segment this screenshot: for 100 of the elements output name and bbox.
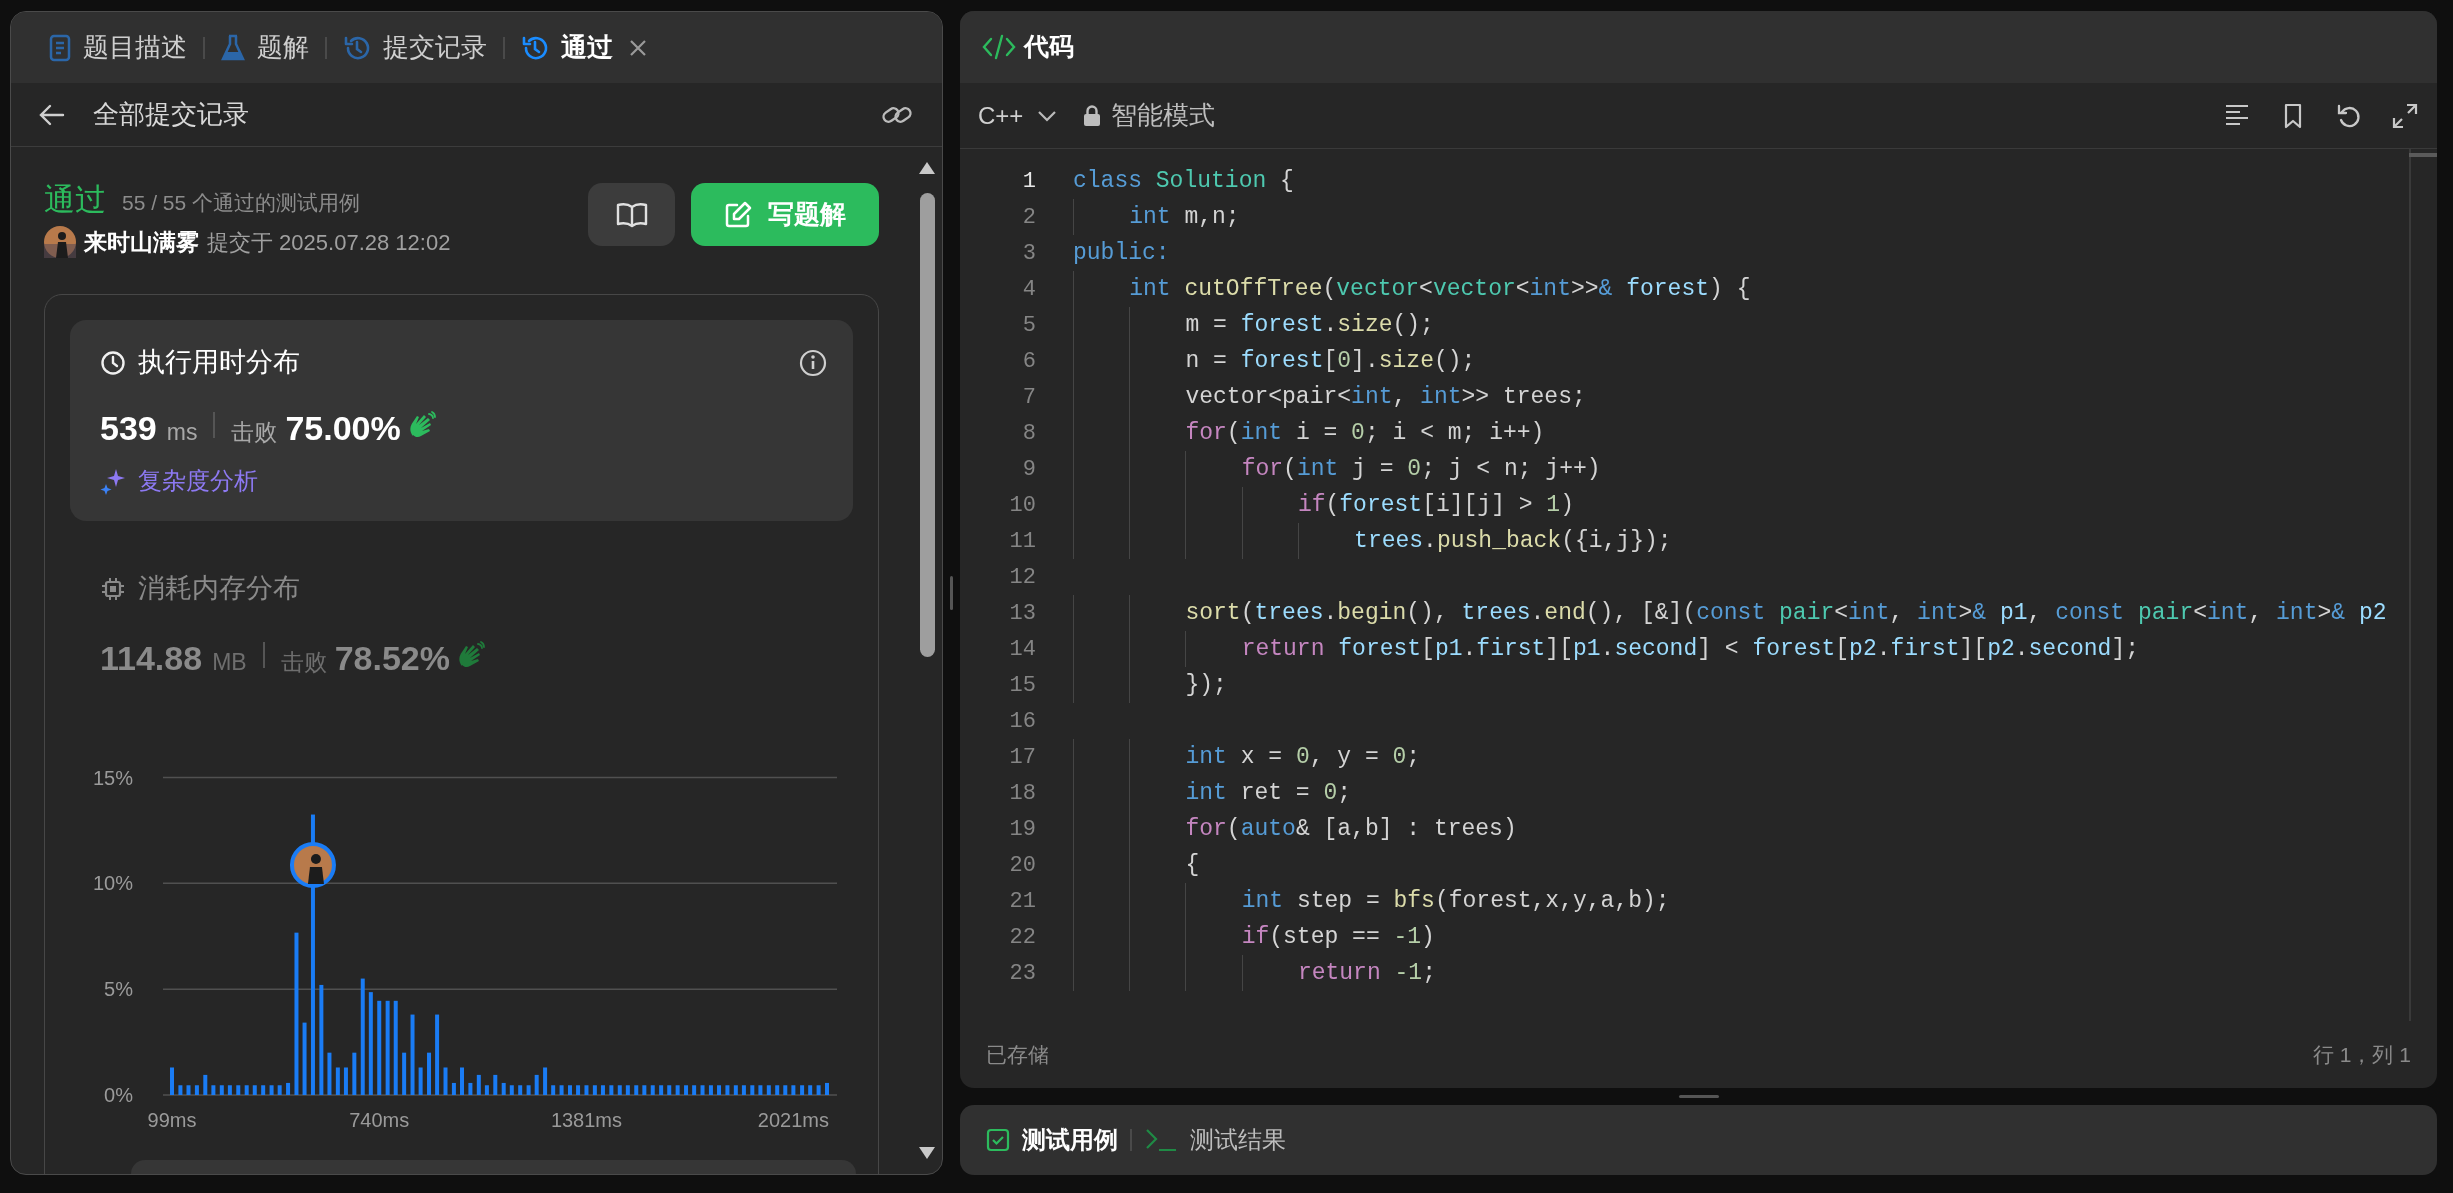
line-number: 4 [1021, 275, 1036, 304]
tab[interactable]: 提交记录 [331, 22, 499, 73]
bar [617, 1084, 622, 1095]
tab[interactable]: 题解 [209, 22, 321, 73]
tab[interactable]: 题目描述 [37, 22, 199, 73]
code-line: class Solution { [1073, 167, 1294, 196]
bar [286, 1082, 291, 1095]
bar [592, 1084, 597, 1095]
bar [451, 1082, 456, 1095]
info-button[interactable] [798, 347, 829, 378]
scrollbar-thumb[interactable] [919, 193, 935, 657]
bar [766, 1084, 771, 1095]
bar [584, 1084, 589, 1095]
status-text: 通过 [44, 181, 106, 219]
complexity-link[interactable]: 复杂度分析 [100, 465, 258, 496]
avatar-marker [289, 841, 336, 888]
author-name: 来时山满雾 [84, 228, 199, 257]
beat-label: 击败 [231, 417, 278, 447]
bar [244, 1084, 249, 1095]
code-line: }); [1073, 667, 1227, 703]
book-icon [614, 201, 649, 228]
line-number: 2 [1021, 203, 1036, 232]
bar [501, 1082, 506, 1095]
tick-label: 5% [104, 977, 133, 1000]
bar [625, 1084, 630, 1095]
code-line: vector<pair<int, int>> trees; [1073, 379, 1586, 415]
code-line: int x = 0, y = 0; [1073, 739, 1421, 775]
bar [675, 1084, 680, 1095]
code-line: for(auto& [a,b] : trees) [1073, 811, 1517, 847]
scrollbar-thumb[interactable] [2409, 153, 2437, 157]
fullscreen-button[interactable] [2391, 101, 2419, 130]
bar [568, 1084, 572, 1095]
chip-icon [100, 575, 126, 602]
back-link[interactable]: 全部提交记录 [39, 95, 249, 134]
bar [775, 1084, 780, 1095]
bar [460, 1067, 464, 1095]
line-number: 20 [1008, 851, 1036, 880]
line-number: 5 [1021, 311, 1036, 340]
code-line: public: [1073, 239, 1170, 268]
stat-value: 114.88 [100, 637, 203, 679]
code-line: if(forest[i][j] > 1) [1073, 487, 1574, 523]
tick-label: 99ms [147, 1108, 197, 1131]
terminal-icon [1144, 1127, 1178, 1153]
code-icon [982, 34, 1016, 60]
section-title: 消耗内存分布 [138, 572, 300, 606]
bar [236, 1084, 241, 1095]
code-line: for(int i = 0; i < m; i++) [1073, 415, 1545, 451]
line-number: 12 [1008, 563, 1036, 592]
mode-button[interactable]: 智能模式 [1083, 96, 1216, 135]
language-dropdown[interactable]: C++ [978, 97, 1058, 134]
bar [609, 1084, 614, 1095]
line-number: 19 [1008, 815, 1036, 844]
line-number: 17 [1008, 743, 1036, 772]
scroll-up-button[interactable] [918, 161, 937, 175]
unit-label: ms [166, 417, 198, 447]
beat-percent: 78.52% [334, 637, 450, 679]
tick-label: 740ms [349, 1108, 410, 1131]
checkbox-icon [986, 1128, 1010, 1152]
bar [725, 1084, 730, 1095]
bar [800, 1084, 805, 1095]
scroll-down-button[interactable] [918, 1146, 937, 1160]
unit-label: MB [212, 647, 247, 677]
resize-handle[interactable] [950, 576, 953, 610]
code-line: int step = bfs(forest,x,y,a,b); [1073, 883, 1670, 919]
save-status: 已存储 [986, 1041, 1049, 1068]
bar [543, 1067, 548, 1095]
section-title: 执行用时分布 [138, 346, 300, 380]
stat-panel[interactable]: 执行用时分布 539 ms 击败 75.00% 复杂度分析 [70, 319, 854, 521]
bar [684, 1084, 689, 1095]
bar [277, 1084, 282, 1095]
bar [642, 1084, 647, 1095]
line-number: 11 [1008, 527, 1036, 556]
bar [526, 1084, 531, 1095]
tick-label: 1381ms [550, 1108, 623, 1131]
bar [219, 1084, 224, 1095]
beat-label: 击败 [280, 647, 327, 677]
bar [252, 1084, 257, 1095]
lock-icon [1083, 104, 1102, 127]
resize-handle[interactable] [1678, 1095, 1719, 1098]
tab[interactable]: 测试结果 [1144, 1122, 1286, 1158]
bar [227, 1084, 232, 1095]
notes-button[interactable] [588, 183, 676, 246]
line-number: 7 [1021, 383, 1036, 412]
bar [667, 1084, 672, 1095]
bar [791, 1084, 796, 1095]
bar [261, 1084, 266, 1095]
flask-icon [221, 33, 245, 62]
tab[interactable]: 通过 [509, 22, 625, 73]
document-icon [49, 33, 71, 62]
line-number: 1 [1021, 167, 1036, 196]
tick-label: 15% [92, 766, 133, 788]
bar [493, 1074, 498, 1095]
tab[interactable]: 测试用例 [986, 1122, 1118, 1158]
bar [576, 1084, 581, 1095]
line-number: 23 [1008, 959, 1036, 988]
bar [758, 1084, 763, 1095]
bar [741, 1084, 746, 1095]
bar [170, 1067, 174, 1095]
bar [203, 1074, 208, 1095]
bar [750, 1084, 755, 1095]
